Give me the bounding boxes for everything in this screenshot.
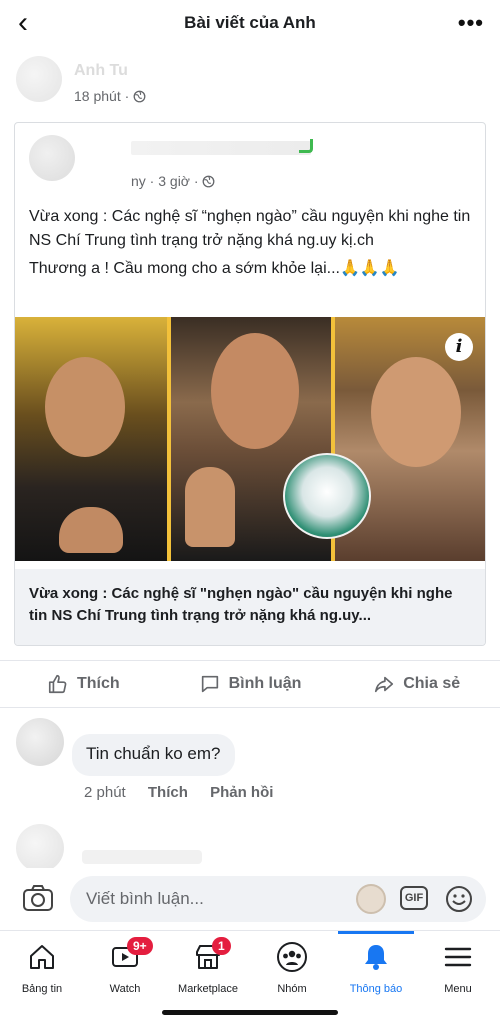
author-name[interactable]: Anh Tu bbox=[74, 62, 128, 80]
comment-icon bbox=[201, 675, 218, 693]
home-icon bbox=[30, 945, 54, 969]
globe-icon bbox=[133, 90, 146, 103]
comment-button[interactable]: Bình luận bbox=[167, 661, 334, 707]
share-button[interactable]: Chia sẻ bbox=[333, 661, 500, 707]
avatar[interactable] bbox=[29, 135, 75, 181]
avatar[interactable] bbox=[16, 824, 64, 872]
post-meta: 18 phút · bbox=[74, 88, 146, 104]
comment bbox=[16, 820, 496, 872]
tab-groups[interactable]: Nhóm bbox=[250, 937, 334, 1007]
shared-post[interactable]: ny · 3 giờ · Vừa xong : Các nghệ sĩ “ngh… bbox=[14, 122, 486, 646]
post-photo[interactable]: i bbox=[15, 317, 485, 561]
link-caption[interactable]: Vừa xong : Các nghệ sĩ "nghẹn ngào" cầu … bbox=[15, 569, 485, 645]
post-time: 18 phút · bbox=[74, 88, 134, 104]
comment-input[interactable]: Viết bình luận... GIF bbox=[70, 876, 486, 922]
active-tab-indicator bbox=[338, 931, 414, 934]
tab-watch[interactable]: 9+ Watch bbox=[83, 937, 167, 1007]
tab-notifications[interactable]: Thông báo bbox=[334, 937, 418, 1007]
menu-icon bbox=[444, 947, 472, 967]
comment-time: 2 phút bbox=[84, 784, 126, 801]
camera-icon[interactable] bbox=[22, 884, 54, 912]
gif-button[interactable]: GIF bbox=[400, 886, 428, 910]
comment-reply-link[interactable]: Phản hồi bbox=[210, 784, 273, 801]
more-horizontal-icon[interactable]: ••• bbox=[458, 10, 484, 36]
comment-placeholder: Viết bình luận... bbox=[86, 889, 204, 908]
avatar[interactable] bbox=[16, 56, 62, 102]
shared-post-text: Vừa xong : Các nghệ sĩ “nghẹn ngào” cầu … bbox=[29, 205, 479, 285]
tab-news-feed[interactable]: Bảng tin bbox=[0, 937, 84, 1007]
post-actions: Thích Bình luận Chia sẻ bbox=[0, 660, 500, 708]
page-title: Bài viết của Anh bbox=[184, 13, 316, 32]
comment-bubble[interactable]: Tin chuẩn ko em? bbox=[72, 734, 235, 776]
avatar-sticker-icon[interactable] bbox=[356, 884, 386, 914]
check-icon bbox=[299, 139, 313, 153]
tab-marketplace[interactable]: 1 Marketplace bbox=[166, 937, 250, 1007]
home-indicator bbox=[162, 1010, 338, 1015]
info-icon[interactable]: i bbox=[445, 333, 473, 361]
blurred-comment bbox=[82, 850, 202, 864]
comment: Tin chuẩn ko em? 2 phút Thích Phản hồi bbox=[16, 714, 496, 804]
marketplace-badge: 1 bbox=[212, 937, 231, 955]
share-icon bbox=[375, 676, 394, 693]
emoji-icon[interactable] bbox=[444, 884, 474, 914]
bell-icon bbox=[365, 945, 387, 970]
inset-photo bbox=[283, 453, 371, 539]
comment-meta: 2 phút Thích Phản hồi bbox=[84, 784, 291, 801]
comment-composer: Viết bình luận... GIF bbox=[0, 868, 500, 928]
avatar[interactable] bbox=[16, 718, 64, 766]
post-text-line: Thương a ! Cầu mong cho a sớm khỏe lại..… bbox=[29, 260, 400, 277]
watch-badge: 9+ bbox=[127, 937, 153, 955]
comment-like-link[interactable]: Thích bbox=[148, 784, 188, 801]
chevron-left-icon[interactable]: ‹ bbox=[18, 8, 28, 38]
post-text-line: Vừa xong : Các nghệ sĩ “nghẹn ngào” cầu … bbox=[29, 208, 471, 249]
shared-post-meta: ny · 3 giờ · bbox=[131, 173, 215, 189]
tab-menu[interactable]: Menu bbox=[416, 937, 500, 1007]
shared-author-name-blurred bbox=[131, 141, 311, 155]
top-bar: ‹ Bài viết của Anh ••• bbox=[0, 0, 500, 46]
like-button[interactable]: Thích bbox=[0, 661, 167, 707]
thumbs-up-icon bbox=[48, 674, 67, 694]
globe-icon bbox=[202, 175, 215, 188]
groups-icon bbox=[277, 942, 307, 972]
